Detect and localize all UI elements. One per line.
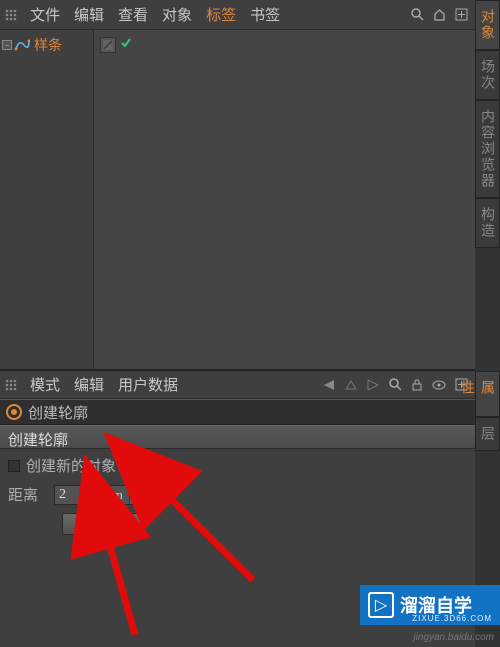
object-tags-col — [94, 30, 475, 369]
nav-fwd-icon[interactable] — [363, 375, 383, 395]
nav-up-icon[interactable] — [341, 375, 361, 395]
object-manager-panel: – 样条 — [0, 30, 475, 371]
attr-menu-mode[interactable]: 模式 — [24, 370, 66, 399]
watermark-domain: ZIXUE.3D66.COM — [412, 614, 492, 623]
enable-check-icon[interactable] — [120, 37, 132, 54]
eye-icon[interactable] — [429, 375, 449, 395]
distance-unit: cm — [107, 487, 129, 503]
side-tab-objects[interactable]: 对象 — [475, 0, 500, 50]
attributes-menubar: 模式 编辑 用户数据 — [0, 371, 475, 399]
main-app: 文件 编辑 查看 对象 标签 书签 – 样条 — [0, 0, 475, 647]
side-tab-takes[interactable]: 场次 — [475, 50, 500, 100]
attr-title: 创建轮廓 — [28, 402, 88, 423]
plus-icon[interactable] — [451, 5, 471, 25]
tree-expander-icon[interactable]: – — [2, 40, 12, 50]
menu-bookmarks[interactable]: 书签 — [244, 0, 286, 29]
lock-icon[interactable] — [407, 375, 427, 395]
attr-menu-userdata[interactable]: 用户数据 — [112, 370, 184, 399]
side-tab-strip-lower: 属性 层 — [475, 371, 500, 451]
panel-grip-icon[interactable] — [4, 378, 18, 392]
attr-menu-edit[interactable]: 编辑 — [68, 370, 110, 399]
distance-value-field[interactable] — [55, 487, 107, 503]
object-name-label[interactable]: 样条 — [32, 35, 62, 55]
nav-back-icon[interactable] — [319, 375, 339, 395]
checkbox-create-new[interactable] — [8, 460, 20, 472]
section-header[interactable]: 创建轮廓 — [0, 425, 475, 449]
side-tab-attributes[interactable]: 属性 — [475, 371, 500, 417]
visibility-tag-icon[interactable] — [100, 37, 116, 53]
menu-tags[interactable]: 标签 — [200, 0, 242, 29]
object-manager-menubar: 文件 编辑 查看 对象 标签 书签 — [0, 0, 475, 30]
panel-grip-icon[interactable] — [4, 8, 18, 22]
section-body: 创建新的对象 距离 cm ▲ ▼ 应用 — [0, 449, 475, 541]
home-icon[interactable] — [429, 5, 449, 25]
watermark: ▷ 溜溜自学 ZIXUE.3D66.COM — [360, 585, 500, 625]
side-tab-structure[interactable]: 构造 — [475, 198, 500, 248]
attr-header: 创建轮廓 — [0, 399, 475, 425]
credit-text: jingyan.baidu.com — [413, 632, 494, 643]
search-icon[interactable] — [407, 5, 427, 25]
row-create-new: 创建新的对象 — [8, 455, 467, 476]
search-icon[interactable] — [385, 375, 405, 395]
menu-edit[interactable]: 编辑 — [68, 0, 110, 29]
row-distance: 距离 cm ▲ ▼ — [8, 484, 467, 505]
menu-view[interactable]: 查看 — [112, 0, 154, 29]
apply-button[interactable]: 应用 — [62, 513, 142, 535]
menu-object[interactable]: 对象 — [156, 0, 198, 29]
label-distance: 距离 — [8, 484, 48, 505]
side-tab-strip: 对象 场次 内容浏览器 构造 — [475, 0, 500, 647]
spinner-up-icon[interactable]: ▲ — [130, 486, 145, 495]
spinner-down-icon[interactable]: ▼ — [130, 495, 145, 504]
menu-file[interactable]: 文件 — [24, 0, 66, 29]
row-apply: 应用 — [8, 513, 467, 535]
tag-row — [94, 34, 475, 56]
object-tree[interactable]: – 样条 — [0, 30, 94, 369]
distance-input[interactable]: cm ▲ ▼ — [54, 485, 146, 505]
side-tab-layers[interactable]: 层 — [475, 417, 500, 451]
watermark-logo-icon: ▷ — [368, 592, 394, 618]
label-create-new: 创建新的对象 — [26, 455, 116, 476]
object-row-spline[interactable]: – 样条 — [0, 34, 93, 56]
spinner: ▲ ▼ — [129, 486, 145, 504]
spline-icon — [14, 37, 30, 53]
side-tab-content-browser[interactable]: 内容浏览器 — [475, 100, 500, 198]
tool-active-icon — [6, 404, 22, 420]
